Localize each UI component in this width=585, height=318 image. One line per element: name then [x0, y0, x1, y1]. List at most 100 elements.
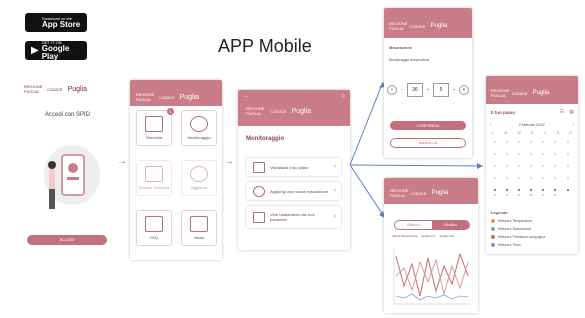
chevron-right-icon: ›	[334, 188, 336, 194]
value-integer-field[interactable]: 36	[407, 83, 423, 97]
plan-icon	[253, 161, 265, 173]
plus-decimal-button[interactable]: +	[450, 86, 458, 94]
calendar-view-icon[interactable]: ▦	[569, 109, 574, 115]
codice-logo: CODICE	[159, 94, 175, 100]
tile-news[interactable]: News	[181, 210, 217, 246]
page-title: APP Mobile	[218, 36, 312, 56]
google-play-big-text: Google Play	[41, 43, 70, 61]
puglia-logo: Puglia	[532, 90, 550, 96]
menu-andamento[interactable]: Vedi l'andamento dei tuoi parametri ›	[246, 206, 341, 228]
home-screen: REGIONE PUGLIA CODICE Puglia Televisita …	[130, 80, 222, 260]
misurazione-param: Monitoraggio temperatura	[389, 58, 430, 62]
chart-icon	[253, 211, 265, 223]
tile-label: Televisita	[145, 135, 163, 140]
legend-item: Soglia min	[421, 234, 436, 238]
misurazione-screen: REGIONE PUGLIA CODICE Puglia Misurazione…	[384, 8, 472, 158]
calendar-grid	[494, 141, 569, 196]
chevron-left-icon[interactable]: ‹	[490, 122, 491, 127]
tab-elenco[interactable]: Elenco	[395, 221, 432, 229]
tile-aggiorna[interactable]: Aggiorna	[181, 160, 217, 196]
tile-sintomi[interactable]: Sintomi Televisita	[136, 160, 172, 196]
tile-label: Monitoraggio	[187, 135, 211, 140]
weekday: G	[530, 131, 534, 135]
login-logos: REGIONE PUGLIA CODICE Puglia	[24, 84, 87, 94]
add-measurement-icon	[253, 185, 265, 197]
regione-logo: REGIONE PUGLIA	[24, 84, 43, 94]
monitoraggio-screen: ← ⌂ REGIONE PUGLIA CODICE Puglia Monitor…	[238, 90, 350, 250]
legend-item: Misurare Temperatura	[491, 219, 532, 223]
tile-monitoraggio[interactable]: Monitoraggio	[181, 110, 217, 146]
tile-label: Sintomi Televisita	[138, 185, 170, 190]
andamento-screen: REGIONE PUGLIA CODICE Puglia Elenco Graf…	[384, 178, 478, 313]
legend-label: Misurare Temperatura	[498, 219, 533, 223]
refresh-icon	[190, 166, 208, 182]
legend-item: Misurare Pressione sanguigna	[491, 235, 545, 239]
view-toggle: Elenco Grafico	[394, 220, 470, 230]
legend-item: Misurare Peso	[491, 243, 521, 247]
list-view-icon[interactable]: ☰	[560, 109, 564, 115]
legend-label: Misurare Saturazione	[498, 227, 532, 231]
login-button[interactable]: ACCEDI	[27, 235, 107, 245]
notification-badge: 1	[167, 108, 174, 115]
piano-screen: REGIONE PUGLIA CODICE Puglia Il tuo pian…	[486, 76, 578, 254]
cancel-button[interactable]: ANNULLA	[390, 138, 466, 148]
piano-heading: Il tuo piano	[491, 110, 515, 115]
play-icon: ▶	[31, 45, 39, 56]
plus-button[interactable]: +	[459, 85, 469, 95]
monitoraggio-header: ← ⌂ REGIONE PUGLIA CODICE Puglia	[238, 90, 350, 126]
regione-logo: REGIONE PUGLIA	[389, 21, 408, 31]
chevron-right-icon[interactable]: ›	[573, 122, 574, 127]
legend-heading: Legenda	[491, 210, 508, 215]
menu-aggiungi-misurazione[interactable]: Aggiungi una nuova misurazione ›	[246, 182, 341, 200]
legend-dot-icon	[491, 219, 495, 223]
puglia-logo: Puglia	[430, 23, 448, 29]
weekday: L	[492, 131, 494, 135]
menu-item-label: Aggiungi una nuova misurazione	[270, 188, 329, 194]
faq-icon	[145, 216, 163, 232]
misurazione-header: REGIONE PUGLIA CODICE Puglia	[384, 8, 472, 38]
menu-item-label: Vedi l'andamento dei tuoi parametri	[270, 212, 315, 222]
app-store-big-text: App Store	[42, 19, 81, 29]
month-selector: ‹ Febbraio 2022 ›	[490, 122, 574, 127]
tab-grafico[interactable]: Grafico	[432, 221, 469, 229]
login-screen: REGIONE PUGLIA CODICE Puglia Accedi con …	[20, 80, 115, 255]
chevron-right-icon: ›	[334, 214, 336, 220]
value-stepper: − − 36 + 5 + +	[387, 82, 469, 98]
legend-item: Valore Misurazione	[392, 234, 418, 238]
legend-item: Soglia max	[439, 234, 455, 238]
puglia-logo: Puglia	[67, 85, 88, 93]
checklist-icon	[145, 166, 163, 182]
minus-small-button[interactable]: −	[398, 86, 406, 94]
regione-logo: REGIONE PUGLIA	[136, 92, 155, 102]
legend-dot-icon	[491, 243, 495, 247]
codice-logo: CODICE	[47, 86, 63, 92]
legend-dot-icon	[491, 227, 495, 231]
home-header: REGIONE PUGLIA CODICE Puglia	[130, 80, 222, 106]
app-store-badge[interactable]: Download on the App Store	[25, 13, 87, 32]
weekday: M	[504, 131, 508, 135]
regione-logo: REGIONE PUGLIA	[491, 88, 510, 98]
minus-button[interactable]: −	[387, 85, 397, 95]
legend-label: Misurare Pressione sanguigna	[498, 235, 546, 239]
tile-label: FAQ	[149, 235, 158, 240]
weekday: D	[569, 131, 572, 135]
puglia-logo: Puglia	[431, 190, 449, 196]
codice-logo: CODICE	[271, 108, 287, 114]
tile-faq[interactable]: FAQ	[136, 210, 172, 246]
puglia-logo: Puglia	[291, 107, 312, 115]
legend-label: Misurare Peso	[498, 243, 521, 247]
flow-arrow-1: →	[117, 156, 127, 167]
menu-visualizza-piano[interactable]: Visualizza il tuo piano ›	[246, 158, 341, 176]
chevron-right-icon: ›	[334, 164, 336, 170]
back-arrow-icon[interactable]: ←	[243, 93, 249, 99]
legend-dot-icon	[491, 235, 495, 239]
google-play-badge[interactable]: ▶ GET IT ON Google Play	[25, 40, 87, 61]
plus-small-button[interactable]: +	[424, 86, 432, 94]
tile-televisita[interactable]: Televisita 1	[136, 108, 174, 146]
value-decimal-field[interactable]: 5	[433, 83, 449, 97]
confirm-button[interactable]: CONFERMA	[390, 121, 466, 130]
misurazione-heading: Misurazione	[389, 45, 413, 50]
monitoraggio-heading: Monitoraggio	[246, 136, 284, 142]
weekday: S	[556, 131, 560, 135]
codice-logo: CODICE	[411, 190, 427, 196]
